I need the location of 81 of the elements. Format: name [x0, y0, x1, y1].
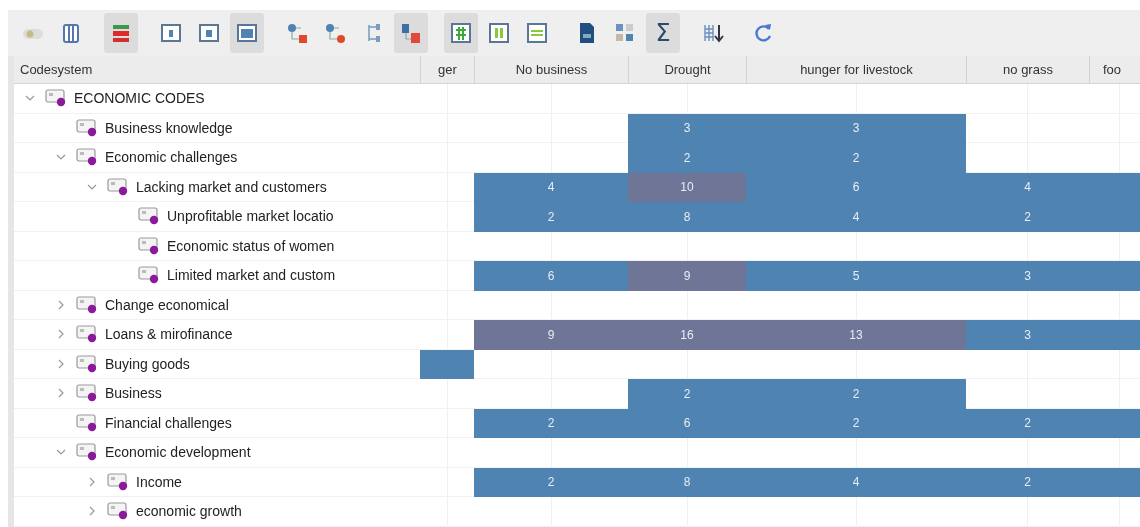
matrix-cell: 9 — [628, 261, 746, 291]
tree-item-label[interactable]: Economic challenges — [105, 149, 238, 166]
matrix-cell: 3 — [966, 320, 1089, 350]
matrix-cell: 2 — [746, 408, 966, 438]
label-dot-icon — [107, 502, 129, 521]
matrix-cell: 6 — [474, 261, 628, 291]
tree-item-label[interactable]: Unprofitable market locatio — [167, 208, 334, 225]
matrix-cell: 2 — [628, 143, 746, 173]
matrix-cell: 8 — [628, 467, 746, 497]
grid-button[interactable] — [444, 13, 478, 53]
sigma-button[interactable]: Σ — [646, 13, 680, 53]
grid-icon — [449, 21, 473, 45]
label-dot-icon — [107, 472, 129, 491]
window-icon — [235, 21, 259, 45]
label-dot-icon — [107, 177, 129, 196]
matrix-cell: 4 — [746, 202, 966, 232]
tree-item-label[interactable]: economic growth — [136, 503, 242, 520]
matrix-cell: 2 — [746, 143, 966, 173]
tree-item-label[interactable]: Change economical — [105, 296, 229, 313]
branch-icon — [285, 21, 309, 45]
column-header[interactable]: Drought — [628, 56, 746, 83]
matrix-cell: 13 — [746, 320, 966, 350]
column-header[interactable]: Codesystem — [14, 56, 420, 83]
column-header[interactable]: no grass — [966, 56, 1089, 83]
label-dot-icon — [76, 118, 98, 137]
matrix-cell: 2 — [474, 408, 628, 438]
window-button[interactable] — [230, 13, 264, 53]
rows-icon — [525, 21, 549, 45]
label-dot-icon — [76, 413, 98, 432]
tree-item-label[interactable]: Loans & mirofinance — [105, 326, 233, 343]
tree-item-label[interactable]: ECONOMIC CODES — [74, 90, 205, 107]
matrix-cell: 2 — [966, 202, 1089, 232]
label-dot-icon — [76, 354, 98, 373]
matrix-cell: 10 — [628, 172, 746, 202]
tree-item-label[interactable]: Financial challenges — [105, 414, 232, 431]
matrix-cell: 3 — [628, 113, 746, 143]
label-dot-icon — [76, 384, 98, 403]
columns-icon — [487, 21, 511, 45]
matrix-cell: 4 — [474, 172, 628, 202]
tree-item-label[interactable]: Economic status of women — [167, 237, 335, 254]
column-header[interactable]: hunger for livestock — [746, 56, 966, 83]
matrix-cell: 2 — [628, 379, 746, 409]
tree-item-label[interactable]: Economic development — [105, 444, 251, 461]
label-dot-icon — [76, 295, 98, 314]
tree-item-label[interactable]: Limited market and custom — [167, 267, 336, 284]
stacked-bars-button[interactable] — [104, 13, 138, 53]
matrix-cell: 6 — [746, 172, 966, 202]
matrix-cell: 5 — [746, 261, 966, 291]
tree-item-label[interactable]: Business — [105, 385, 162, 402]
label-dot-icon — [76, 443, 98, 462]
label-dot-icon — [138, 236, 160, 255]
tree-item-label[interactable]: Income — [136, 473, 182, 490]
label-dot-icon — [45, 89, 67, 108]
matrix-cell: 3 — [966, 261, 1089, 291]
window-icon — [159, 21, 183, 45]
matrix-cell: 6 — [628, 408, 746, 438]
matrix-cell: 2 — [966, 408, 1089, 438]
branch-icon — [323, 21, 347, 45]
matrix-cell: 2 — [746, 379, 966, 409]
column-header[interactable]: foo — [1089, 56, 1140, 83]
matrix-cell: 4 — [746, 467, 966, 497]
matrix-cell: 2 — [474, 202, 628, 232]
matrix-cell: 2 — [474, 467, 628, 497]
label-dot-icon — [138, 266, 160, 285]
label-dot-icon — [76, 325, 98, 344]
tree-item-label[interactable]: Business knowledge — [105, 119, 233, 136]
label-dot-icon — [138, 207, 160, 226]
branch-icon — [399, 21, 423, 45]
column-header[interactable]: ger — [420, 56, 474, 83]
label-dot-icon — [76, 148, 98, 167]
window-icon — [197, 21, 221, 45]
branch-button[interactable] — [394, 13, 428, 53]
matrix-cell: 2 — [966, 467, 1089, 497]
matrix-cell: 3 — [746, 113, 966, 143]
tree-item-label[interactable]: Buying goods — [105, 355, 190, 372]
column-header[interactable]: No business — [474, 56, 628, 83]
matrix-cell: 9 — [474, 320, 628, 350]
matrix-cell: 4 — [966, 172, 1089, 202]
matrix-cell: 16 — [628, 320, 746, 350]
matrix-cell: 8 — [628, 202, 746, 232]
tree-item-label[interactable]: Lacking market and customers — [136, 178, 327, 195]
